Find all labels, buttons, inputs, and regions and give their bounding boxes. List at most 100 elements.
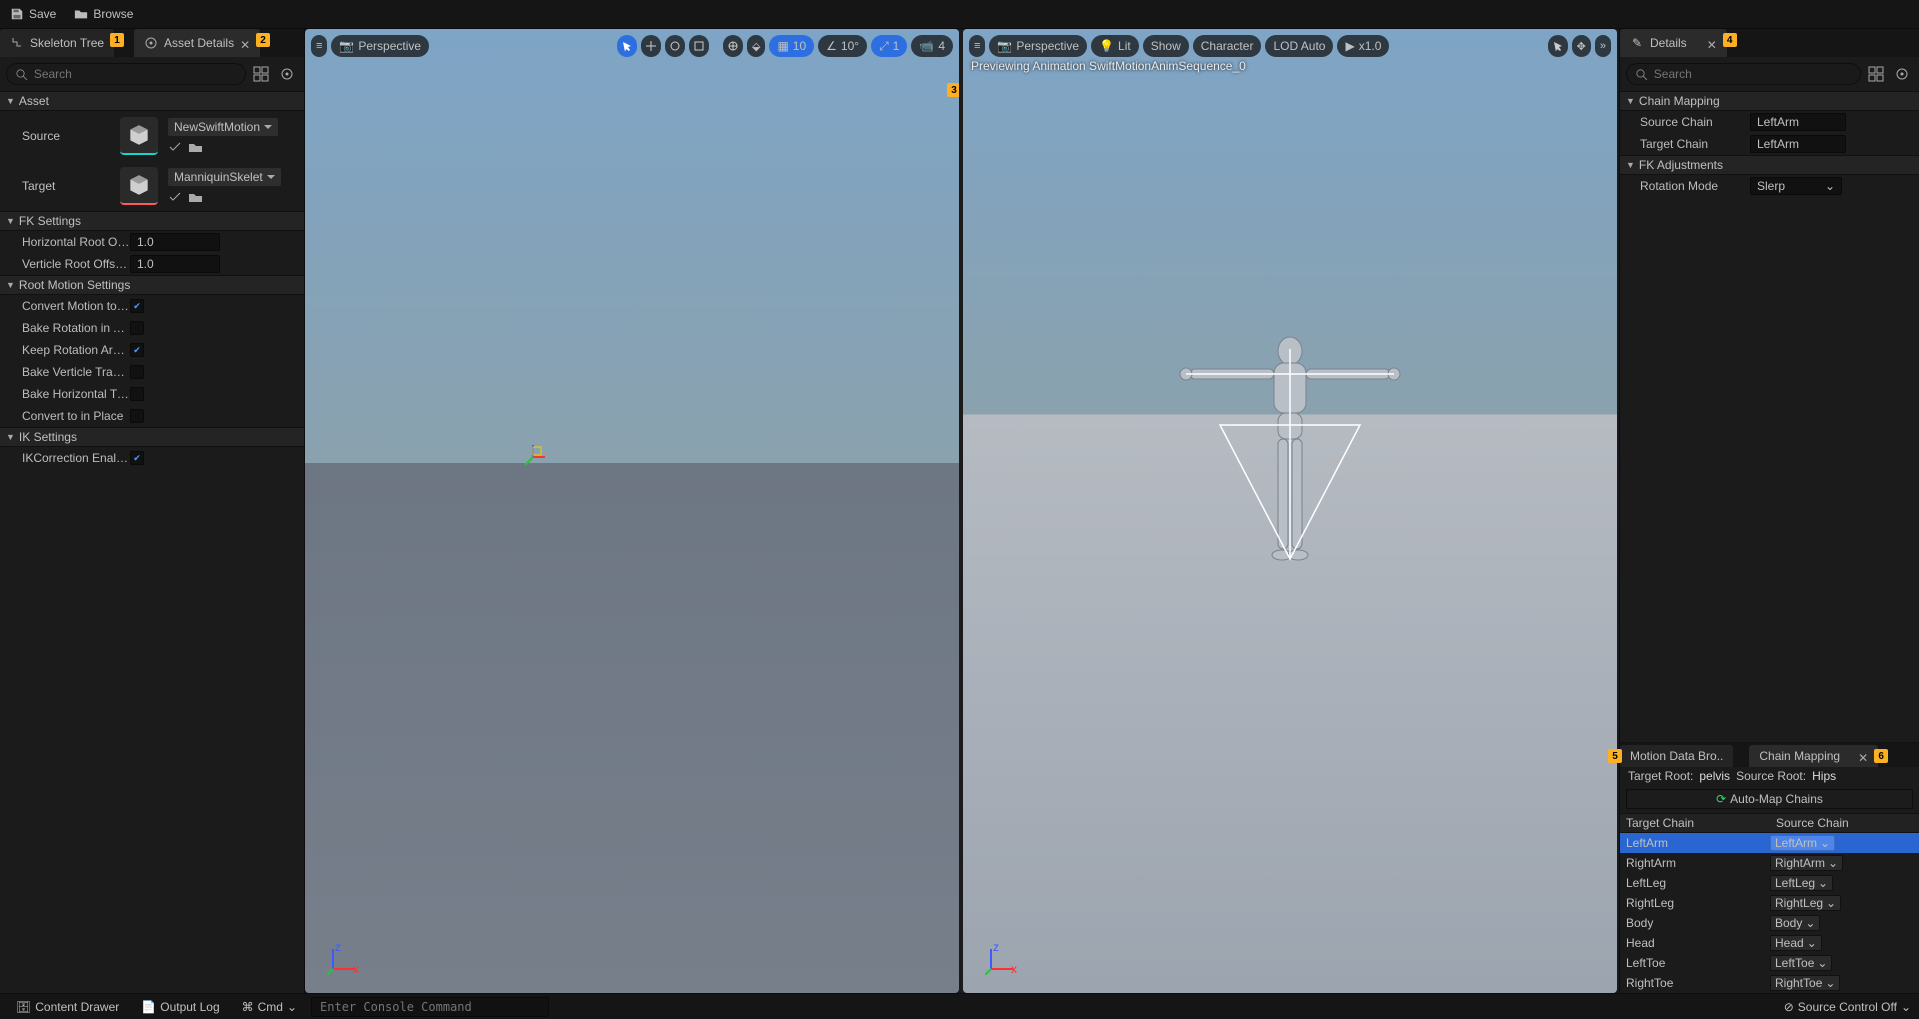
close-icon[interactable]: ✕ bbox=[240, 38, 250, 48]
checkbox[interactable] bbox=[130, 321, 144, 335]
chevron-down-icon: ⌄ bbox=[1805, 916, 1815, 930]
tab-details[interactable]: ✎ Details 4 ✕ bbox=[1620, 29, 1727, 57]
output-log-button[interactable]: 📄 Output Log bbox=[133, 997, 227, 1017]
save-button[interactable]: Save bbox=[10, 7, 56, 21]
select-tool[interactable] bbox=[1548, 35, 1568, 57]
viewport-menu[interactable]: ≡ bbox=[311, 35, 327, 57]
select-tool[interactable] bbox=[617, 35, 637, 57]
chain-row[interactable]: LeftToeLeftToe⌄ bbox=[1620, 953, 1919, 973]
mannequin-mesh[interactable] bbox=[1150, 329, 1430, 609]
grid-snap[interactable]: ▦10 bbox=[769, 35, 814, 57]
source-chain-dropdown[interactable]: LeftToe⌄ bbox=[1770, 955, 1832, 971]
viewport-lod[interactable]: LOD Auto bbox=[1265, 35, 1333, 57]
target-asset-picker[interactable]: ManniquinSkelet bbox=[168, 168, 281, 186]
rotate-tool[interactable] bbox=[665, 35, 685, 57]
section-fk[interactable]: ▼FK Settings bbox=[0, 211, 304, 231]
browse-to-icon[interactable] bbox=[188, 190, 202, 204]
search-input-wrap[interactable] bbox=[6, 63, 246, 85]
viewport-perspective[interactable]: 📷 Perspective bbox=[331, 35, 429, 57]
chain-row[interactable]: RightLegRightLeg⌄ bbox=[1620, 893, 1919, 913]
tab-skeleton-tree[interactable]: Skeleton Tree 1 bbox=[0, 29, 114, 57]
source-asset-picker[interactable]: NewSwiftMotion bbox=[168, 118, 278, 136]
chain-row[interactable]: LeftLegLeftLeg⌄ bbox=[1620, 873, 1919, 893]
tab-asset-details[interactable]: Asset Details ✕ 2 bbox=[134, 29, 260, 57]
ik-correction-checkbox[interactable] bbox=[130, 451, 144, 465]
close-icon[interactable]: ✕ bbox=[1858, 751, 1868, 761]
translate-tool[interactable]: ✥ bbox=[1572, 35, 1591, 57]
target-viewport[interactable]: ≡ 📷Perspective 💡Lit Show Character LOD A… bbox=[963, 29, 1617, 993]
chain-mapping-panel: Motion Data Bro.. 5 Chain Mapping 6 ✕ Ta… bbox=[1620, 742, 1919, 993]
viewport-lit[interactable]: 💡Lit bbox=[1091, 35, 1139, 57]
world-local-toggle[interactable] bbox=[723, 35, 743, 57]
checkbox[interactable] bbox=[130, 299, 144, 313]
more-tools[interactable]: » bbox=[1595, 35, 1611, 57]
section-ik[interactable]: ▼IK Settings bbox=[0, 427, 304, 447]
viewport-menu[interactable]: ≡ bbox=[969, 35, 985, 57]
chain-row[interactable]: LeftArmLeftArm⌄ bbox=[1620, 833, 1919, 853]
details-search[interactable] bbox=[1626, 63, 1861, 85]
chain-row[interactable]: RightToeRightToe⌄ bbox=[1620, 973, 1919, 993]
rotation-mode-dropdown[interactable]: Slerp ⌄ bbox=[1750, 177, 1842, 195]
save-label: Save bbox=[29, 7, 56, 21]
translate-tool[interactable] bbox=[641, 35, 661, 57]
source-viewport[interactable]: ≡ 📷 Perspective ⬙ ▦10 ∠10° ⤢1 📹4 3 bbox=[305, 29, 959, 993]
chain-row[interactable]: BodyBody⌄ bbox=[1620, 913, 1919, 933]
chevron-down-icon: ⌄ bbox=[287, 1000, 297, 1014]
source-chain-dropdown[interactable]: RightArm⌄ bbox=[1770, 855, 1843, 871]
source-chain-dropdown[interactable]: LeftLeg⌄ bbox=[1770, 875, 1833, 891]
source-chain-dropdown[interactable]: Body⌄ bbox=[1770, 915, 1820, 931]
save-icon bbox=[10, 7, 24, 21]
content-drawer-button[interactable]: 🗄 Content Drawer bbox=[8, 997, 127, 1017]
viewport-perspective[interactable]: 📷Perspective bbox=[989, 35, 1087, 57]
chain-row[interactable]: HeadHead⌄ bbox=[1620, 933, 1919, 953]
browse-button[interactable]: Browse bbox=[74, 7, 133, 21]
close-icon[interactable]: ✕ bbox=[1707, 38, 1717, 48]
tab-motion-data-browser[interactable]: Motion Data Bro.. 5 bbox=[1620, 745, 1733, 767]
cmd-dropdown[interactable]: ⌘ Cmd ⌄ bbox=[234, 997, 305, 1017]
search-input[interactable] bbox=[34, 67, 237, 81]
fk-horizontal-input[interactable]: 1.0 bbox=[130, 233, 220, 251]
source-chain-dropdown[interactable]: LeftArm⌄ bbox=[1770, 835, 1835, 851]
checkbox[interactable] bbox=[130, 387, 144, 401]
view-options-button[interactable] bbox=[250, 63, 272, 85]
section-asset[interactable]: ▼Asset bbox=[0, 91, 304, 111]
checkbox[interactable] bbox=[130, 365, 144, 379]
target-chain-field[interactable]: LeftArm bbox=[1750, 135, 1846, 153]
settings-button[interactable] bbox=[1891, 63, 1913, 85]
chain-row[interactable]: RightArmRightArm⌄ bbox=[1620, 853, 1919, 873]
target-thumb[interactable] bbox=[120, 167, 158, 205]
source-chain-dropdown[interactable]: RightLeg⌄ bbox=[1770, 895, 1841, 911]
viewport-playrate[interactable]: ▶x1.0 bbox=[1337, 35, 1389, 57]
surface-snap[interactable]: ⬙ bbox=[747, 35, 765, 57]
view-options-button[interactable] bbox=[1865, 63, 1887, 85]
scale-snap[interactable]: ⤢1 bbox=[871, 35, 907, 57]
viewport-show[interactable]: Show bbox=[1143, 35, 1189, 57]
fk-vertical-input[interactable]: 1.0 bbox=[130, 255, 220, 273]
checkbox[interactable] bbox=[130, 409, 144, 423]
viewport-character[interactable]: Character bbox=[1193, 35, 1262, 57]
settings-button[interactable] bbox=[276, 63, 298, 85]
auto-map-button[interactable]: ⟳ Auto-Map Chains bbox=[1626, 789, 1913, 809]
angle-snap[interactable]: ∠10° bbox=[818, 35, 867, 57]
section-fk-adjustments[interactable]: ▼FK Adjustments bbox=[1620, 155, 1919, 175]
source-chain-field[interactable]: LeftArm bbox=[1750, 113, 1846, 131]
angle-icon: ∠ bbox=[826, 39, 837, 53]
scale-tool[interactable] bbox=[689, 35, 709, 57]
details-search-input[interactable] bbox=[1654, 67, 1852, 81]
source-control-button[interactable]: ⊘ Source Control Off ⌄ bbox=[1784, 1000, 1911, 1014]
console-input[interactable] bbox=[320, 1000, 540, 1014]
section-chain-mapping[interactable]: ▼Chain Mapping bbox=[1620, 91, 1919, 111]
asset-target-row: Target ManniquinSkelet bbox=[0, 161, 304, 211]
transform-gizmo[interactable] bbox=[519, 443, 547, 471]
use-selected-icon[interactable] bbox=[168, 190, 182, 204]
source-chain-dropdown[interactable]: RightToe⌄ bbox=[1770, 975, 1840, 991]
section-root-motion[interactable]: ▼Root Motion Settings bbox=[0, 275, 304, 295]
camera-speed[interactable]: 📹4 bbox=[911, 35, 953, 57]
checkbox[interactable] bbox=[130, 343, 144, 357]
source-thumb[interactable] bbox=[120, 117, 158, 155]
tab-chain-mapping[interactable]: Chain Mapping 6 ✕ bbox=[1749, 745, 1878, 767]
browse-to-icon[interactable] bbox=[188, 140, 202, 154]
source-chain-dropdown[interactable]: Head⌄ bbox=[1770, 935, 1822, 951]
console-input-wrap[interactable] bbox=[311, 997, 549, 1017]
use-selected-icon[interactable] bbox=[168, 140, 182, 154]
